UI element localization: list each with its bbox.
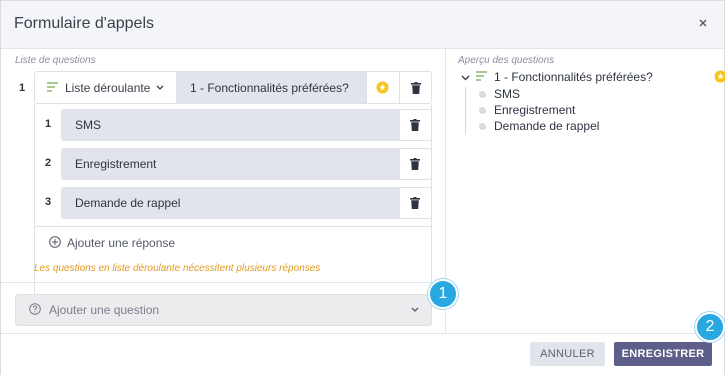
preview-panel: Aperçu des questions 1 - Fonctionnalités… (446, 49, 725, 333)
answer-input[interactable]: Demande de rappel (62, 188, 400, 218)
step-badge-1: 1 (428, 279, 458, 309)
star-icon[interactable] (366, 72, 398, 103)
question-type-dropdown[interactable]: Liste déroulante (35, 72, 176, 103)
divider (1, 282, 445, 283)
add-answer-label: Ajouter une réponse (67, 236, 176, 250)
chevron-down-icon (461, 70, 470, 84)
question-title-input[interactable]: 1 - Fonctionnalités préférées? (176, 72, 366, 103)
dialog-title: Formulaire d'appels (14, 15, 155, 32)
tree-question-title: 1 - Fonctionnalités préférées? (494, 70, 653, 84)
delete-answer-icon[interactable] (399, 188, 431, 218)
question-row: Liste déroulante 1 - Fonctionnalités pré… (34, 71, 432, 104)
questions-panel: Liste de questions 1 Liste déroulante 1 … (1, 49, 446, 333)
save-button[interactable]: ENREGISTRER (614, 342, 712, 366)
questions-section-label: Liste de questions (15, 55, 96, 66)
tree-answer-label: Demande de rappel (494, 119, 600, 133)
answer-index: 2 (45, 157, 52, 169)
dialog-header: Formulaire d'appels (1, 1, 724, 49)
tree-connector (465, 87, 466, 135)
answer-row: SMS (61, 109, 432, 141)
delete-question-icon[interactable] (399, 72, 431, 103)
tree-answer-item: Enregistrement (479, 102, 575, 118)
add-question-select[interactable]: Ajouter une question (15, 294, 432, 326)
chevron-down-icon (156, 82, 164, 93)
tree-answer-item: Demande de rappel (479, 118, 599, 134)
add-question-placeholder: Ajouter une question (49, 303, 160, 317)
answer-index: 1 (45, 118, 52, 130)
preview-section-label: Aperçu des questions (458, 55, 555, 66)
chevron-down-icon (411, 304, 419, 315)
list-icon (47, 79, 59, 97)
plus-circle-icon (49, 235, 61, 251)
star-icon (714, 70, 725, 86)
cancel-button[interactable]: ANNULER (530, 342, 605, 366)
delete-answer-icon[interactable] (399, 110, 431, 140)
answer-row: Demande de rappel (61, 187, 432, 219)
bullet-icon (479, 90, 486, 98)
delete-answer-icon[interactable] (399, 149, 431, 179)
tree-answer-item: SMS (479, 86, 520, 102)
list-icon (476, 70, 488, 84)
warning-message: Les questions en liste déroulante nécess… (34, 263, 321, 274)
bullet-icon (479, 122, 486, 130)
answer-input[interactable]: SMS (62, 110, 400, 140)
tree-answer-label: Enregistrement (494, 103, 576, 117)
step-badge-2: 2 (695, 312, 725, 342)
question-type-label: Liste déroulante (65, 80, 151, 95)
tree-answer-label: SMS (494, 87, 521, 101)
tree-question-node[interactable]: 1 - Fonctionnalités préférées? (461, 69, 725, 85)
answer-index: 3 (45, 196, 52, 208)
help-circle-icon (29, 302, 41, 318)
answer-input[interactable]: Enregistrement (62, 149, 400, 179)
bullet-icon (479, 106, 486, 114)
call-form-dialog: Formulaire d'appels Liste de questions 1… (0, 0, 725, 375)
answer-row: Enregistrement (61, 148, 432, 180)
question-index: 1 (19, 82, 26, 94)
question-card: Liste déroulante 1 - Fonctionnalités pré… (34, 71, 433, 330)
close-icon[interactable] (696, 16, 710, 30)
add-answer-button[interactable]: Ajouter une réponse (35, 226, 433, 259)
